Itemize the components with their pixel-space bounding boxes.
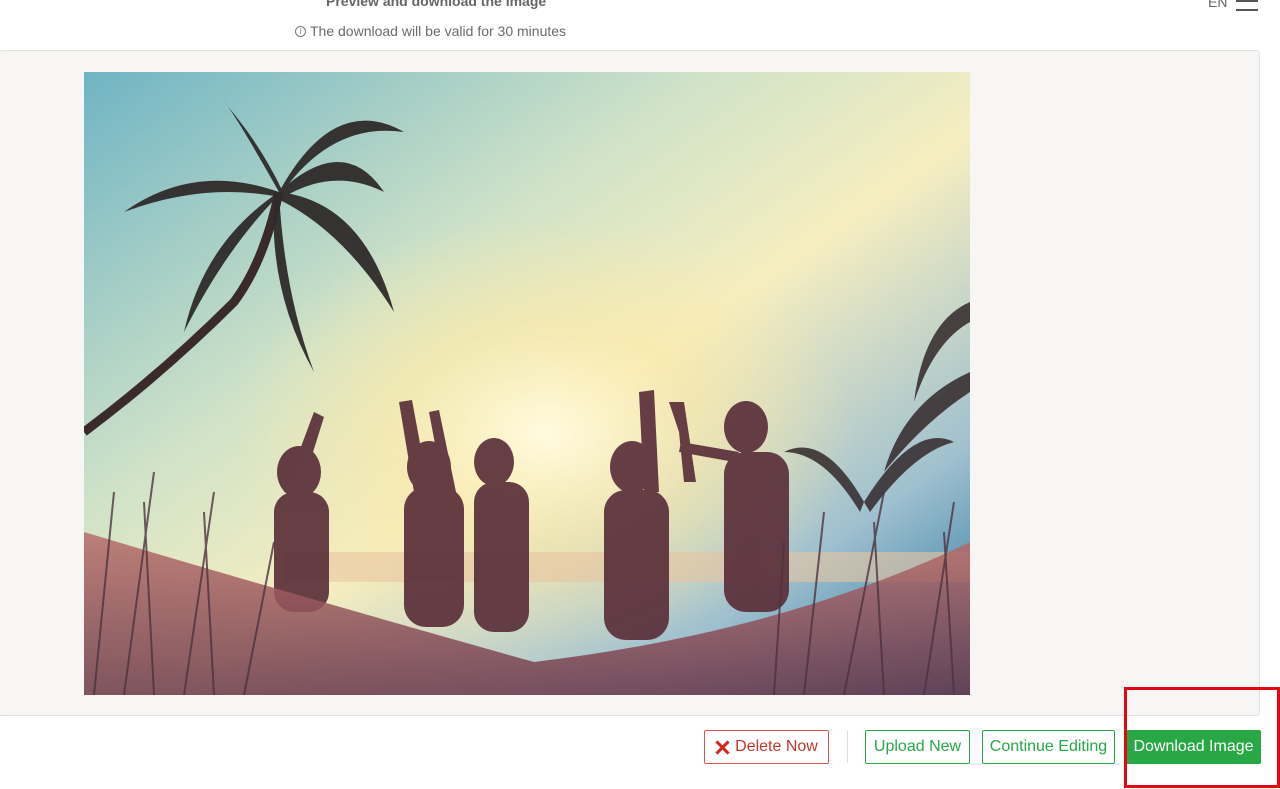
upload-new-button[interactable]: Upload New xyxy=(865,730,970,764)
upload-label: Upload New xyxy=(873,738,962,755)
continue-label: Continue Editing xyxy=(989,738,1108,755)
beach-party-photo xyxy=(84,72,970,695)
divider xyxy=(847,731,848,763)
delete-now-button[interactable]: Delete Now xyxy=(704,730,829,764)
page-title: Preview and download the image xyxy=(326,0,547,9)
info-icon: i xyxy=(295,25,306,37)
continue-editing-button[interactable]: Continue Editing xyxy=(982,730,1115,764)
download-validity-note: i The download will be valid for 30 minu… xyxy=(295,23,566,39)
preview-image xyxy=(84,72,970,695)
language-selector[interactable]: EN xyxy=(1208,0,1227,10)
close-icon xyxy=(715,740,729,754)
validity-text: The download will be valid for 30 minute… xyxy=(310,23,567,39)
download-label: Download Image xyxy=(1133,738,1254,755)
delete-label: Delete Now xyxy=(735,738,818,755)
hamburger-menu-icon[interactable] xyxy=(1236,0,1258,12)
download-image-button[interactable]: Download Image xyxy=(1126,730,1261,764)
